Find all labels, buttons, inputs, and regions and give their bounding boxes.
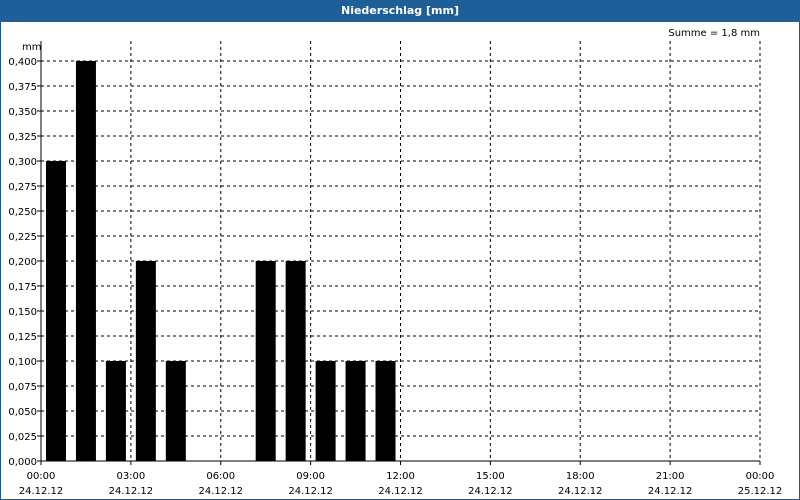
x-tick-time: 18:00 (566, 471, 595, 482)
precipitation-chart: 0,000 0,025 0,050 0,075 0,100 0,125 0,150 0,175… (8, 28, 783, 497)
bar (75, 61, 96, 461)
y-tick-label: 0,175 (8, 282, 37, 293)
x-tick-date: 24.12.12 (19, 486, 64, 497)
y-tick-label: 0,275 (8, 182, 37, 193)
bar (315, 361, 336, 461)
y-tick-label: 0,325 (8, 132, 37, 143)
x-tick-time: 03:00 (116, 471, 145, 482)
bar (105, 361, 126, 461)
bar (375, 361, 396, 461)
sum-annotation: Summe = 1,8 mm (668, 28, 760, 39)
y-tick-label: 0,200 (8, 257, 37, 268)
bar (135, 261, 156, 461)
x-tick-date: 24.12.12 (109, 486, 154, 497)
x-tick-time: 12:00 (386, 471, 415, 482)
x-tick-labels: 00:00 24.12.12 03:00 24.12.12 06:00 24.12.12 0… (19, 471, 783, 497)
y-tick-label: 0,225 (8, 232, 37, 243)
y-tick-label: 0,350 (8, 107, 37, 118)
y-tick-labels: 0,000 0,025 0,050 0,075 0,100 0,125 0,150 0,175… (8, 57, 37, 468)
y-tick-label: 0,050 (8, 407, 37, 418)
bar (345, 361, 366, 461)
bar (45, 161, 66, 461)
x-tick-date: 24.12.12 (288, 486, 333, 497)
x-tick-date: 24.12.12 (198, 486, 243, 497)
x-tick-time: 09:00 (296, 471, 325, 482)
y-tick-label: 0,100 (8, 357, 37, 368)
y-tick-label: 0,300 (8, 157, 37, 168)
y-tick-label: 0,400 (8, 57, 37, 68)
y-tick-label: 0,025 (8, 432, 37, 443)
y-tick-label: 0,250 (8, 207, 37, 218)
x-tick-date: 24.12.12 (468, 486, 513, 497)
x-tick-time: 15:00 (476, 471, 505, 482)
y-tick-label: 0,150 (8, 307, 37, 318)
y-axis-label: mm (22, 42, 41, 53)
x-tick-time: 21:00 (656, 471, 685, 482)
y-tick-label: 0,125 (8, 332, 37, 343)
x-tick-time: 00:00 (27, 471, 56, 482)
x-tick-date: 24.12.12 (558, 486, 603, 497)
x-tick-date: 24.12.12 (648, 486, 693, 497)
bar (165, 361, 186, 461)
y-tick-label: 0,075 (8, 382, 37, 393)
x-tick-date: 25.12.12 (738, 486, 783, 497)
bar (285, 261, 306, 461)
x-tick-time: 00:00 (746, 471, 775, 482)
y-tick-label: 0,375 (8, 82, 37, 93)
x-tick-time: 06:00 (206, 471, 235, 482)
y-tick-label: 0,000 (8, 457, 37, 468)
bar (255, 261, 276, 461)
x-tick-date: 24.12.12 (378, 486, 423, 497)
